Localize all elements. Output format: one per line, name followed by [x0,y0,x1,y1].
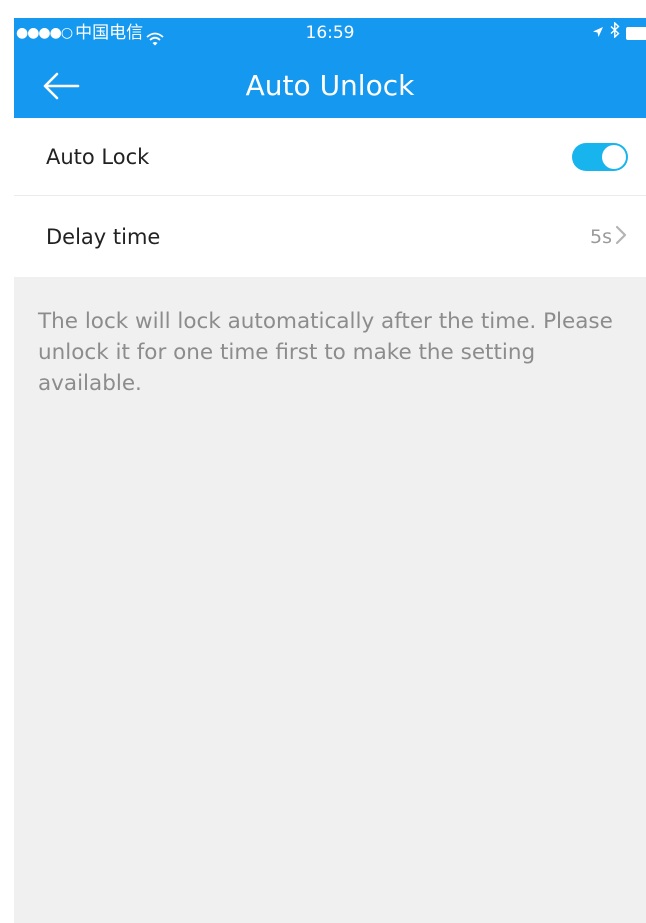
settings-list: Auto Lock Delay time 5s [14,118,646,277]
auto-lock-row: Auto Lock [14,118,646,195]
battery-icon [626,26,646,40]
delay-time-label: Delay time [46,224,161,249]
delay-time-value: 5s [590,225,612,248]
delay-time-row[interactable]: Delay time 5s [14,195,646,277]
bluetooth-icon [610,18,620,48]
status-icons [592,18,646,48]
status-bar: ●●●●○ 中国电信 16:59 [14,18,646,48]
page-title: Auto Unlock [245,69,415,102]
auto-lock-toggle[interactable] [572,142,628,171]
navigation-bar: ●●●●○ 中国电信 16:59 Auto Unlock [14,18,646,118]
auto-lock-description: The lock will lock automatically after t… [38,309,613,396]
toggle-knob [602,144,626,169]
auto-lock-label: Auto Lock [46,144,150,169]
location-icon [592,18,604,48]
status-time: 16:59 [305,23,355,43]
chevron-right-icon [614,224,628,250]
app-screen: ●●●●○ 中国电信 16:59 Auto Unlock Auto Lock D… [14,18,646,923]
